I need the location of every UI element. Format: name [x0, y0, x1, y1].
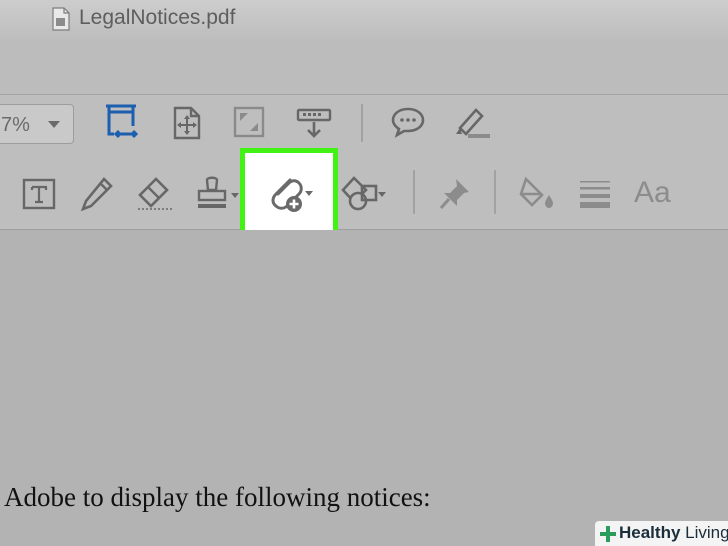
- comment-icon[interactable]: [390, 106, 426, 138]
- font-size-icon[interactable]: Aa: [634, 176, 671, 210]
- highlight-pen-icon[interactable]: [452, 104, 492, 140]
- line-weight-icon[interactable]: [578, 178, 612, 210]
- stamp-icon[interactable]: [195, 174, 241, 214]
- toolbar-separator: [361, 104, 363, 142]
- toolbar-separator: [413, 170, 415, 214]
- window-title: LegalNotices.pdf: [79, 6, 236, 29]
- page-size-icon[interactable]: [104, 104, 138, 142]
- logo-text: Healthy Living: [619, 523, 728, 543]
- zoom-select[interactable]: 7%: [0, 104, 74, 144]
- pdf-file-icon: [52, 7, 70, 31]
- tab-bar: [0, 40, 728, 95]
- text-box-icon[interactable]: [22, 178, 56, 210]
- eraser-icon[interactable]: [134, 176, 174, 212]
- zoom-value: 7%: [1, 114, 30, 136]
- title-bar: LegalNotices.pdf: [0, 0, 728, 41]
- shapes-icon[interactable]: [338, 174, 388, 214]
- logo-brand-light: Living: [680, 523, 728, 542]
- organize-pages-icon[interactable]: [172, 106, 202, 140]
- document-text: Adobe to display the following notices:: [4, 482, 431, 512]
- chevron-down-icon: [48, 121, 60, 128]
- scan-download-icon[interactable]: [296, 108, 332, 140]
- pencil-icon[interactable]: [80, 176, 114, 212]
- full-screen-icon[interactable]: [233, 106, 265, 138]
- cross-logo-icon: [600, 526, 616, 542]
- logo-brand-bold: Healthy: [619, 523, 681, 542]
- healthy-living-logo: Healthy Living: [595, 521, 728, 546]
- pin-icon[interactable]: [438, 176, 472, 212]
- toolbar-separator: [494, 170, 496, 214]
- attach-file-icon[interactable]: [264, 171, 318, 215]
- fill-color-icon[interactable]: [518, 175, 556, 211]
